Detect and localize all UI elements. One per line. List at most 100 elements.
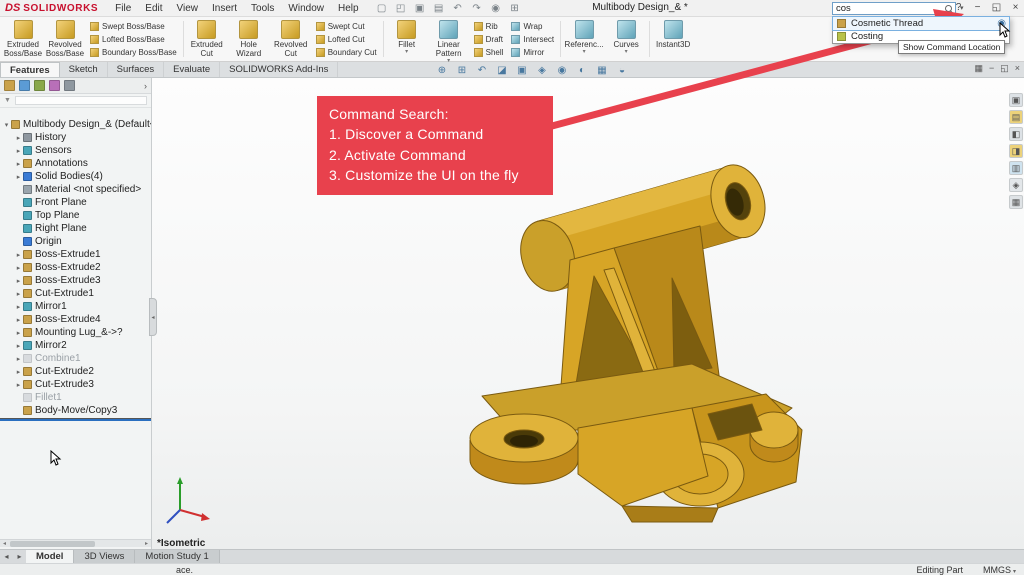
help-icon[interactable]: ?	[953, 2, 964, 13]
tree-item-cut-extrude3[interactable]: ▸ Cut-Extrude3	[0, 378, 151, 391]
bottom-tab-3d-views[interactable]: 3D Views	[74, 550, 135, 564]
zoom-to-fit-icon[interactable]: ⊕	[436, 65, 448, 76]
ribbon-stack-button[interactable]: Draft	[474, 33, 504, 45]
expand-arrow-icon[interactable]: ▸	[14, 251, 23, 259]
tree-item-history[interactable]: ▸ History	[0, 131, 151, 144]
restore-icon[interactable]: ◱	[991, 2, 1002, 13]
tree-item-mounting-lug[interactable]: ▸ Mounting Lug_&->?	[0, 326, 151, 339]
save-icon[interactable]: ▣	[414, 3, 426, 14]
tab-features[interactable]: Features	[0, 62, 60, 77]
featuremanager-tab-icon[interactable]	[4, 80, 15, 91]
bottom-tab-motion-study-1[interactable]: Motion Study 1	[135, 550, 219, 564]
new-file-icon[interactable]: ▢	[376, 3, 388, 14]
scenes-icon[interactable]: ◈	[1009, 178, 1023, 192]
ribbon-stack-button[interactable]: Boundary Cut	[316, 46, 377, 58]
expand-arrow-icon[interactable]: ▸	[14, 303, 23, 311]
print-icon[interactable]: ▤	[433, 3, 445, 14]
dropdown-caret-icon[interactable]: ▾	[583, 49, 586, 56]
command-search-input[interactable]	[836, 3, 945, 14]
expand-arrow-icon[interactable]: ▸	[14, 329, 23, 337]
zoom-to-area-icon[interactable]: ⊞	[456, 65, 468, 76]
dropdown-caret-icon[interactable]: ▾	[405, 49, 408, 56]
custom-properties-icon[interactable]: ▦	[1009, 195, 1023, 209]
tree-item-boss-extrude1[interactable]: ▸ Boss-Extrude1	[0, 248, 151, 261]
ribbon-stack-button[interactable]: Lofted Boss/Base	[90, 33, 177, 45]
units-selector[interactable]: MMGS▾	[983, 565, 1016, 575]
tree-item-boss-extrude3[interactable]: ▸ Boss-Extrude3	[0, 274, 151, 287]
apply-scene-icon[interactable]: ▦	[596, 65, 608, 76]
scrollbar-thumb[interactable]	[10, 541, 95, 547]
panel-splitter-handle[interactable]: ◂	[149, 298, 157, 336]
extruded-boss-base-button[interactable]: Extruded Boss/Base	[2, 18, 44, 60]
menu-item[interactable]: Edit	[138, 3, 169, 14]
tree-item-top-plane[interactable]: Top Plane	[0, 209, 151, 222]
tree-item-body-move-copy3[interactable]: Body-Move/Copy3	[0, 404, 151, 417]
ribbon-stack-button[interactable]: Wrap	[511, 20, 554, 32]
curves-button[interactable]: Curves ▾	[605, 18, 647, 60]
display-style-icon[interactable]: ◈	[536, 65, 548, 76]
ribbon-stack-button[interactable]: Boundary Boss/Base	[90, 46, 177, 58]
pane-display-icon[interactable]: ▦	[974, 63, 983, 74]
panel-flyout-icon[interactable]: ›	[144, 81, 147, 91]
tree-item-mirror1[interactable]: ▸ Mirror1	[0, 300, 151, 313]
menu-item[interactable]: Tools	[244, 3, 281, 14]
expand-arrow-icon[interactable]: ▸	[14, 316, 23, 324]
close-icon[interactable]: ×	[1010, 2, 1021, 13]
appearances-icon[interactable]: ▥	[1009, 161, 1023, 175]
ribbon-stack-button[interactable]: Rib	[474, 20, 504, 32]
menu-item[interactable]: Help	[331, 3, 366, 14]
expand-arrow-icon[interactable]: ▸	[14, 160, 23, 168]
bottom-tab-model[interactable]: Model	[26, 550, 74, 564]
tree-item-fillet1[interactable]: Fillet1	[0, 391, 151, 404]
edit-appearance-icon[interactable]: ◐	[576, 65, 588, 76]
tab-scroll-left-icon[interactable]: ◂	[0, 552, 13, 561]
file-explorer-icon[interactable]: ◧	[1009, 127, 1023, 141]
ribbon-stack-button[interactable]: Swept Cut	[316, 20, 377, 32]
tree-item-front-plane[interactable]: Front Plane	[0, 196, 151, 209]
tree-item-boss-extrude2[interactable]: ▸ Boss-Extrude2	[0, 261, 151, 274]
tab-surfaces[interactable]: Surfaces	[108, 62, 165, 77]
menu-item[interactable]: View	[170, 3, 206, 14]
redo-icon[interactable]: ↷	[471, 3, 483, 14]
view-orientation-icon[interactable]: ▣	[516, 65, 528, 76]
hide-show-items-icon[interactable]: ◉	[556, 65, 568, 76]
result-cosmetic-thread[interactable]: Cosmetic Thread	[833, 17, 1009, 30]
tree-item-material[interactable]: Material <not specified>	[0, 183, 151, 196]
expand-arrow-icon[interactable]: ▸	[14, 342, 23, 350]
view-palette-icon[interactable]: ◨	[1009, 144, 1023, 158]
revolved-boss-base-button[interactable]: Revolved Boss/Base	[44, 18, 86, 60]
open-file-icon[interactable]: ◰	[395, 3, 407, 14]
scroll-right-icon[interactable]: ▸	[142, 540, 151, 548]
tree-item-origin[interactable]: Origin	[0, 235, 151, 248]
hole-wizard-button[interactable]: Hole Wizard	[228, 18, 270, 60]
design-library-icon[interactable]: ▤	[1009, 110, 1023, 124]
minimize-icon[interactable]: −	[972, 2, 983, 13]
expand-arrow-icon[interactable]: ▸	[14, 134, 23, 142]
show-command-location-icon[interactable]: ◉	[997, 18, 1006, 29]
expand-arrow-icon[interactable]: ▸	[14, 147, 23, 155]
expand-arrow-icon[interactable]: ▸	[14, 277, 23, 285]
undo-icon[interactable]: ↶	[452, 3, 464, 14]
scroll-left-icon[interactable]: ◂	[0, 540, 9, 548]
filter-funnel-icon[interactable]: ▼	[4, 97, 11, 104]
expand-arrow-icon[interactable]: ▸	[14, 381, 23, 389]
tree-item-solid-bodies[interactable]: ▸ Solid Bodies(4)	[0, 170, 151, 183]
linear-pattern-button[interactable]: Linear Pattern ▾	[428, 18, 470, 60]
expand-arrow-icon[interactable]: ▸	[14, 173, 23, 181]
tab-sketch[interactable]: Sketch	[60, 62, 108, 77]
3d-model[interactable]	[152, 78, 1024, 549]
expand-arrow-icon[interactable]: ▸	[14, 355, 23, 363]
previous-view-icon[interactable]: ↶	[476, 65, 488, 76]
dropdown-caret-icon[interactable]: ▾	[625, 49, 628, 56]
tree-item-mirror2[interactable]: ▸ Mirror2	[0, 339, 151, 352]
tab-scroll-right-icon[interactable]: ▸	[13, 552, 26, 561]
expand-arrow-icon[interactable]: ▾	[2, 121, 11, 129]
reference-geometry-button[interactable]: Referenc... ▾	[563, 18, 605, 60]
fillet-button[interactable]: Fillet ▾	[386, 18, 428, 60]
freeze-bar[interactable]	[0, 418, 151, 421]
propertymanager-tab-icon[interactable]	[19, 80, 30, 91]
expand-arrow-icon[interactable]: ▸	[14, 264, 23, 272]
ribbon-stack-button[interactable]: Intersect	[511, 33, 554, 45]
displaymanager-tab-icon[interactable]	[64, 80, 75, 91]
revolved-cut-button[interactable]: Revolved Cut	[270, 18, 312, 60]
